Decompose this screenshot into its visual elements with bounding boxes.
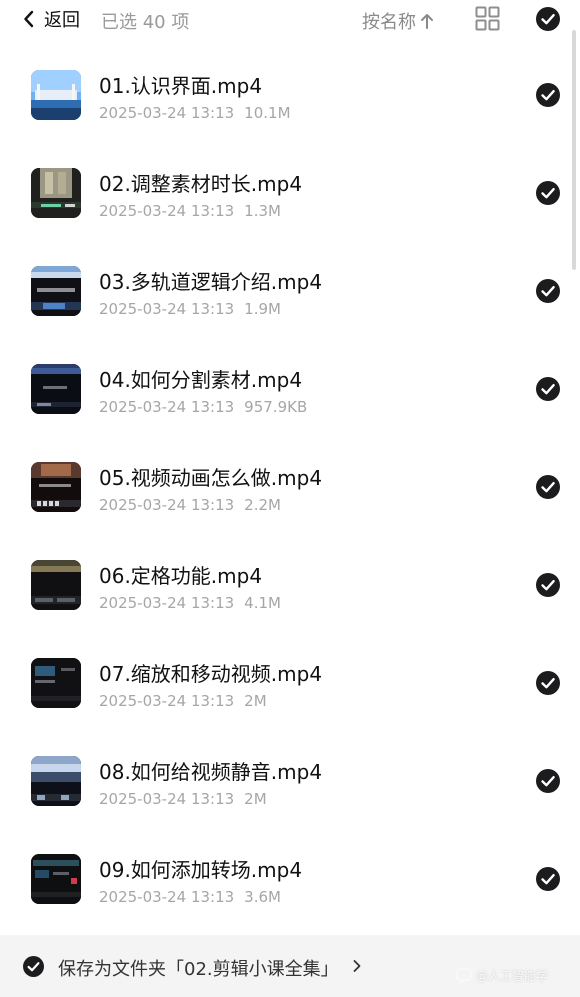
video-thumbnail bbox=[31, 560, 81, 610]
file-item[interactable]: 02.调整素材时长.mp4 2025-03-24 13:13 1.3M bbox=[0, 136, 580, 234]
video-thumbnail bbox=[31, 70, 81, 120]
selected-check-icon[interactable] bbox=[536, 867, 560, 891]
scrollbar[interactable] bbox=[572, 30, 576, 270]
video-thumbnail bbox=[31, 854, 81, 904]
file-size: 10.1M bbox=[244, 104, 291, 122]
file-date: 2025-03-24 13:13 bbox=[99, 888, 235, 906]
file-item[interactable]: 04.如何分割素材.mp4 2025-03-24 13:13 957.9KB bbox=[0, 332, 580, 430]
chevron-right-icon[interactable] bbox=[352, 959, 362, 973]
file-item[interactable]: 09.如何添加转场.mp4 2025-03-24 13:13 3.6M bbox=[0, 822, 580, 920]
video-thumbnail bbox=[31, 364, 81, 414]
selected-check-icon[interactable] bbox=[536, 769, 560, 793]
file-meta: 2025-03-24 13:13 3.6M bbox=[99, 888, 281, 906]
file-name: 03.多轨道逻辑介绍.mp4 bbox=[99, 270, 323, 294]
file-name: 05.视频动画怎么做.mp4 bbox=[99, 466, 323, 490]
save-as-folder-bar: 保存为文件夹「02.剪辑小课全集」 bbox=[0, 935, 580, 997]
back-label: 返回 bbox=[44, 10, 80, 31]
chat-bubble-icon bbox=[456, 967, 472, 984]
file-meta: 2025-03-24 13:13 4.1M bbox=[99, 594, 281, 612]
file-date: 2025-03-24 13:13 bbox=[99, 300, 235, 318]
file-date: 2025-03-24 13:13 bbox=[99, 594, 235, 612]
file-meta: 2025-03-24 13:13 2M bbox=[99, 790, 267, 808]
file-item[interactable]: 06.定格功能.mp4 2025-03-24 13:13 4.1M bbox=[0, 528, 580, 626]
file-item[interactable]: 03.多轨道逻辑介绍.mp4 2025-03-24 13:13 1.9M bbox=[0, 234, 580, 332]
file-meta: 2025-03-24 13:13 10.1M bbox=[99, 104, 291, 122]
file-size: 4.1M bbox=[244, 594, 281, 612]
arrow-up-icon bbox=[421, 14, 433, 29]
file-meta: 2025-03-24 13:13 957.9KB bbox=[99, 398, 307, 416]
video-thumbnail bbox=[31, 168, 81, 218]
file-size: 1.3M bbox=[244, 202, 281, 220]
file-size: 2M bbox=[244, 790, 267, 808]
file-date: 2025-03-24 13:13 bbox=[99, 692, 235, 710]
save-folder-check-icon[interactable] bbox=[23, 956, 44, 977]
save-folder-label[interactable]: 保存为文件夹「02.剪辑小课全集」 bbox=[58, 955, 339, 981]
sort-label: 按名称 bbox=[362, 12, 416, 33]
file-item[interactable]: 08.如何给视频静音.mp4 2025-03-24 13:13 2M bbox=[0, 724, 580, 822]
file-date: 2025-03-24 13:13 bbox=[99, 398, 235, 416]
file-name: 06.定格功能.mp4 bbox=[99, 564, 263, 588]
watermark: @人工智能学 bbox=[456, 967, 548, 984]
file-name: 08.如何给视频静音.mp4 bbox=[99, 760, 323, 784]
file-size: 3.6M bbox=[244, 888, 281, 906]
selected-check-icon[interactable] bbox=[536, 377, 560, 401]
file-date: 2025-03-24 13:13 bbox=[99, 202, 235, 220]
video-thumbnail bbox=[31, 462, 81, 512]
file-size: 1.9M bbox=[244, 300, 281, 318]
file-size: 2.2M bbox=[244, 496, 281, 514]
selected-check-icon[interactable] bbox=[536, 181, 560, 205]
file-name: 01.认识界面.mp4 bbox=[99, 74, 263, 98]
chevron-left-icon bbox=[24, 10, 34, 28]
file-item[interactable]: 01.认识界面.mp4 2025-03-24 13:13 10.1M bbox=[0, 38, 580, 136]
sort-by-name-button[interactable]: 按名称 bbox=[362, 8, 434, 34]
file-meta: 2025-03-24 13:13 1.3M bbox=[99, 202, 281, 220]
file-item[interactable]: 07.缩放和移动视频.mp4 2025-03-24 13:13 2M bbox=[0, 626, 580, 724]
file-name: 09.如何添加转场.mp4 bbox=[99, 858, 303, 882]
file-picker-screen: 返回 已选 40 项 按名称 01.认识界面.mp4 2025-03-24 13:… bbox=[0, 0, 580, 997]
file-meta: 2025-03-24 13:13 2M bbox=[99, 692, 267, 710]
back-button[interactable]: 返回 bbox=[22, 4, 80, 34]
file-name: 07.缩放和移动视频.mp4 bbox=[99, 662, 323, 686]
file-meta: 2025-03-24 13:13 1.9M bbox=[99, 300, 281, 318]
grid-view-icon[interactable] bbox=[475, 6, 500, 31]
selected-check-icon[interactable] bbox=[536, 475, 560, 499]
top-bar: 返回 已选 40 项 按名称 bbox=[0, 0, 580, 38]
video-thumbnail bbox=[31, 266, 81, 316]
file-name: 04.如何分割素材.mp4 bbox=[99, 368, 303, 392]
video-thumbnail bbox=[31, 756, 81, 806]
selected-count: 已选 40 项 bbox=[101, 12, 190, 33]
file-date: 2025-03-24 13:13 bbox=[99, 790, 235, 808]
file-meta: 2025-03-24 13:13 2.2M bbox=[99, 496, 281, 514]
file-date: 2025-03-24 13:13 bbox=[99, 496, 235, 514]
watermark-text: @人工智能学 bbox=[476, 969, 549, 983]
file-size: 957.9KB bbox=[244, 398, 308, 416]
file-name: 02.调整素材时长.mp4 bbox=[99, 172, 303, 196]
file-item[interactable]: 05.视频动画怎么做.mp4 2025-03-24 13:13 2.2M bbox=[0, 430, 580, 528]
selected-check-icon[interactable] bbox=[536, 671, 560, 695]
selected-check-icon[interactable] bbox=[536, 279, 560, 303]
selected-check-icon[interactable] bbox=[536, 573, 560, 597]
select-all-check-icon[interactable] bbox=[536, 7, 560, 31]
file-size: 2M bbox=[244, 692, 267, 710]
file-date: 2025-03-24 13:13 bbox=[99, 104, 235, 122]
video-thumbnail bbox=[31, 658, 81, 708]
file-list: 01.认识界面.mp4 2025-03-24 13:13 10.1M 02.调整素材时… bbox=[0, 38, 580, 935]
selected-check-icon[interactable] bbox=[536, 83, 560, 107]
